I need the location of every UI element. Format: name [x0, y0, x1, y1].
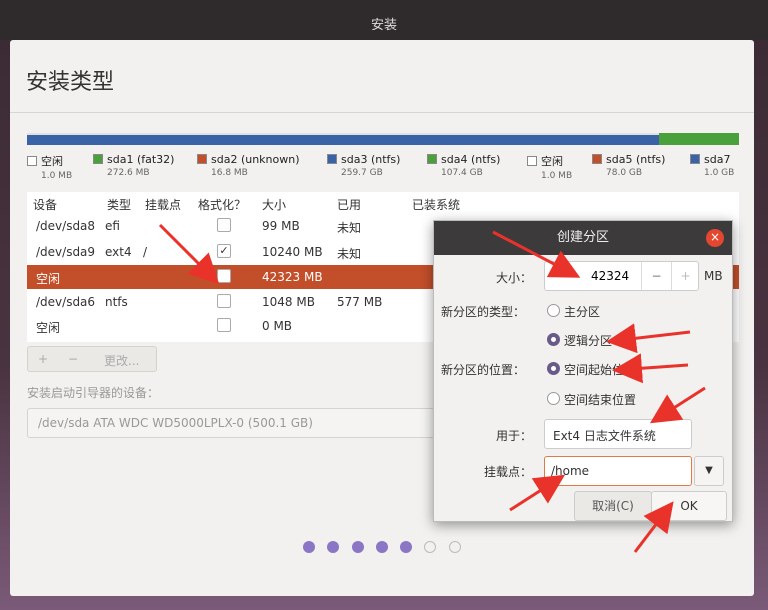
arrow-annotation	[649, 386, 706, 424]
arrow-annotation	[633, 501, 674, 553]
annotation-arrows	[158, 223, 706, 553]
arrow-annotation	[158, 223, 220, 285]
arrow-annotation	[492, 230, 581, 278]
arrow-annotation	[509, 474, 566, 512]
arrow-annotation	[606, 323, 691, 354]
arrow-annotation	[612, 353, 689, 384]
